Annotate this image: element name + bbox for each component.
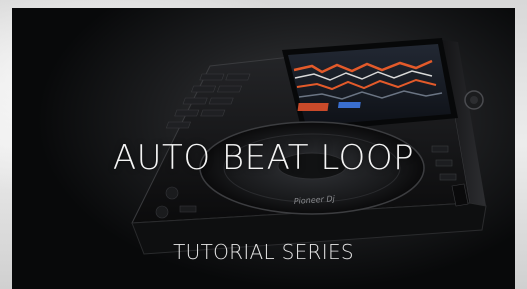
video-title: AUTO BEAT LOOP (112, 138, 415, 178)
thumbnail-frame: Pioneer Dj AUTO BEAT LOOP TUTORIAL SERIE… (0, 0, 527, 289)
video-thumbnail[interactable]: Pioneer Dj AUTO BEAT LOOP TUTORIAL SERIE… (12, 8, 515, 289)
video-subtitle: TUTORIAL SERIES (173, 240, 354, 264)
